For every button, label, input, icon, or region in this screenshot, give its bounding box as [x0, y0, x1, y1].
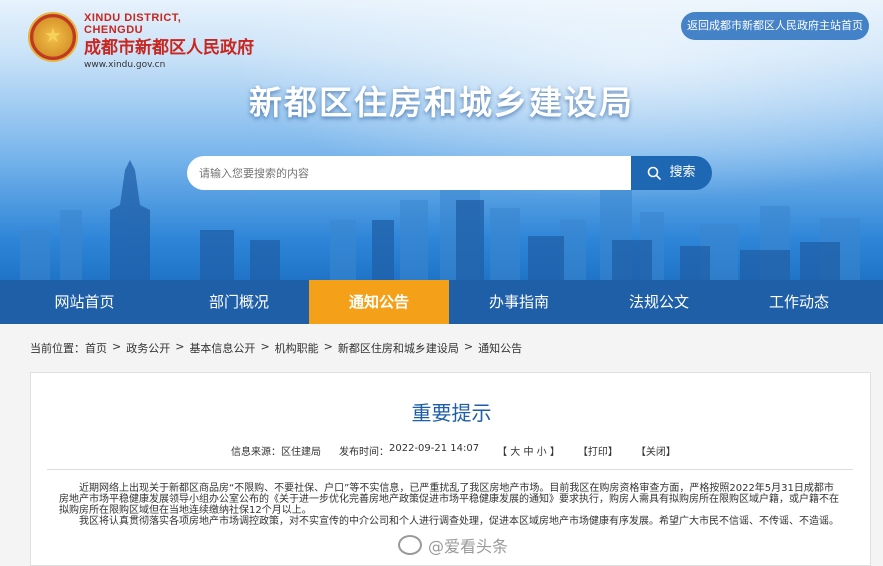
breadcrumb-separator: > — [112, 340, 122, 353]
main-nav: 网站首页 部门概况 通知公告 办事指南 法规公文 工作动态 — [0, 280, 883, 324]
divider — [47, 469, 853, 470]
breadcrumb-item-bureau[interactable]: 新都区住房和城乡建设局 — [338, 340, 459, 356]
nav-item-guide[interactable]: 办事指南 — [449, 280, 589, 324]
breadcrumb-item-functions[interactable]: 机构职能 — [275, 340, 319, 356]
breadcrumb-item-notices[interactable]: 通知公告 — [478, 340, 522, 356]
article-body: 近期网络上出现关于新都区商品房“不限购、不要社保、户口”等不实信息，已严重扰乱了… — [59, 483, 841, 527]
site-logo[interactable]: XINDU DISTRICT, CHENGDU 成都市新都区人民政府 www.x… — [28, 12, 254, 71]
nav-item-notices[interactable]: 通知公告 — [309, 280, 449, 324]
national-emblem-icon — [28, 12, 78, 62]
search-input[interactable] — [187, 156, 633, 190]
nav-item-regulations[interactable]: 法规公文 — [589, 280, 729, 324]
publish-time-value: 2022-09-21 14:07 — [389, 443, 480, 454]
article-meta: 信息来源： 区住建局 发布时间： 2022-09-21 14:07 【 大 中 … — [231, 443, 676, 458]
logo-text: XINDU DISTRICT, CHENGDU 成都市新都区人民政府 www.x… — [84, 12, 254, 71]
source-value: 区住建局 — [281, 447, 321, 458]
logo-url: www.xindu.gov.cn — [84, 60, 166, 70]
close-button[interactable]: 【关闭】 — [636, 443, 676, 458]
breadcrumb-separator: > — [463, 340, 474, 353]
watermark-text: @爱看头条 — [428, 537, 509, 556]
breadcrumb-separator: > — [175, 340, 185, 353]
site-title: 新都区住房和城乡建设局 — [249, 83, 634, 122]
nav-item-home[interactable]: 网站首页 — [0, 280, 169, 324]
search-button-label: 搜索 — [669, 165, 696, 180]
search-icon — [648, 166, 662, 180]
article-paragraph-1: 近期网络上出现关于新都区商品房“不限购、不要社保、户口”等不实信息，已严重扰乱了… — [59, 483, 839, 516]
breadcrumb-item-basic-info[interactable]: 基本信息公开 — [189, 340, 255, 356]
nav-item-news[interactable]: 工作动态 — [729, 280, 869, 324]
watermark: @爱看头条 — [398, 533, 508, 557]
source-label: 信息来源： — [231, 447, 281, 458]
logo-english-line2: CHENGDU — [84, 24, 144, 36]
weibo-icon — [398, 535, 422, 555]
article-title: 重要提示 — [411, 401, 492, 425]
breadcrumb-separator: > — [323, 340, 333, 353]
search-button[interactable]: 搜索 — [631, 156, 712, 190]
nav-item-department[interactable]: 部门概况 — [169, 280, 309, 324]
breadcrumb-prefix: 当前位置： — [30, 342, 85, 355]
header-banner: XINDU DISTRICT, CHENGDU 成都市新都区人民政府 www.x… — [0, 0, 883, 280]
search-bar: 搜索 — [187, 156, 712, 190]
print-button[interactable]: 【打印】 — [578, 443, 618, 458]
breadcrumb: 当前位置： 首页 > 政务公开 > 基本信息公开 > 机构职能 > 新都区住房和… — [30, 340, 522, 356]
article-paragraph-2: 我区将认真贯彻落实各项房地产市场调控政策，对不实宣传的中介公司和个人进行调查处理… — [79, 516, 839, 527]
breadcrumb-item-home[interactable]: 首页 — [85, 340, 107, 356]
logo-chinese-name: 成都市新都区人民政府 — [84, 38, 254, 58]
breadcrumb-item-gov-affairs[interactable]: 政务公开 — [126, 340, 170, 356]
back-to-main-site-button[interactable]: 返回成都市新都区人民政府主站首页 — [681, 12, 869, 40]
font-size-control[interactable]: 【 大 中 小 】 — [497, 443, 560, 458]
breadcrumb-separator: > — [260, 340, 270, 353]
publish-time-label: 发布时间： — [339, 447, 389, 458]
logo-english-line1: XINDU DISTRICT, — [84, 12, 182, 24]
